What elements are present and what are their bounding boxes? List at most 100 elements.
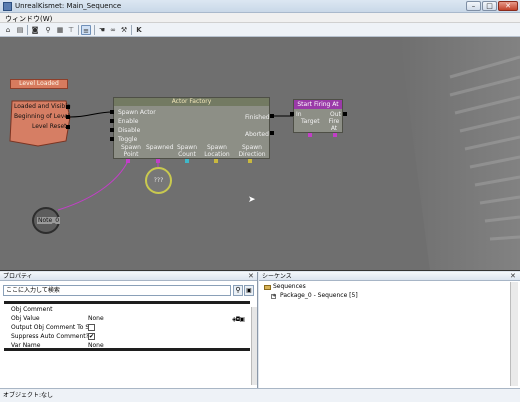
k-icon[interactable]: K xyxy=(134,25,144,35)
sequences-close-icon[interactable]: ✕ xyxy=(510,272,516,281)
mouse-cursor-icon: ➤ xyxy=(248,195,256,205)
kismet-canvas[interactable]: Level Loaded Loaded and Visible Beginnin… xyxy=(0,37,520,271)
title-bar: UnrealKismet: Main_Sequence – □ ✕ xyxy=(0,0,520,13)
object-wire xyxy=(57,160,129,211)
actor-factory-node[interactable]: Actor Factory Spawn Actor Enable Disable… xyxy=(113,97,270,159)
maximize-button[interactable]: □ xyxy=(482,1,497,11)
var-label-fire-at: Fire At xyxy=(328,118,340,132)
toolbar: ⌂ ▤ ◙ ⚲ ▦ ⊤ ≡ ☚ ∞ ⚒ K xyxy=(0,23,520,37)
output-label-aborted: Aborted xyxy=(245,131,269,138)
folder-icon xyxy=(264,285,271,290)
property-row[interactable]: Obj Comment xyxy=(4,305,250,314)
clear-search-icon[interactable]: ▣ xyxy=(244,285,254,296)
port-label-reset: Level Reset xyxy=(32,123,67,130)
suppress-comment-checkbox[interactable]: ✔ xyxy=(88,333,95,340)
parent-sequence-icon[interactable]: ▤ xyxy=(15,25,25,35)
minimize-button[interactable]: – xyxy=(466,1,481,11)
property-name: Var Name xyxy=(11,342,41,349)
open-icon[interactable]: ⌂ xyxy=(3,25,13,35)
output-label-finished: Finished xyxy=(245,114,270,121)
property-row[interactable]: Output Obj Comment To S xyxy=(4,323,250,332)
property-value[interactable]: None xyxy=(88,341,104,350)
properties-scrollbar[interactable] xyxy=(251,307,257,385)
input-label-toggle: Toggle xyxy=(118,136,138,143)
properties-title: プロパティ xyxy=(3,273,33,280)
link-icon[interactable]: ∞ xyxy=(108,25,118,35)
property-name: Obj Value xyxy=(11,315,40,322)
property-search-input[interactable]: ここに入力して検索 xyxy=(3,285,231,296)
input-label-in: In xyxy=(296,111,302,118)
property-row[interactable]: Var Name None xyxy=(4,341,250,350)
port-in[interactable] xyxy=(290,112,294,116)
exec-wire xyxy=(69,111,114,118)
property-name: Suppress Auto Comment? xyxy=(11,333,89,340)
properties-panel: プロパティ ✕ ここに入力して検索 ⚲ ▣ Obj Comment Obj Va… xyxy=(0,272,258,388)
port-label-loaded: Loaded and Visible xyxy=(14,103,71,110)
var-label-spawn-direction: Spawn Direction xyxy=(238,144,266,158)
port-toggle[interactable] xyxy=(110,137,114,141)
port-label-beginning: Beginning of Level xyxy=(14,113,70,120)
note-node-label: Note_0 xyxy=(37,217,61,224)
actor-factory-title: Actor Factory xyxy=(114,98,269,106)
sequences-header: シーケンス ✕ xyxy=(259,272,520,281)
port-out[interactable] xyxy=(343,112,347,116)
toolbar-separator xyxy=(27,25,28,35)
hand-icon[interactable]: ☚ xyxy=(97,25,107,35)
properties-close-icon[interactable]: ✕ xyxy=(248,272,254,281)
note-node[interactable]: Note_0 xyxy=(32,207,61,234)
var-label-spawn-location: Spawn Location xyxy=(204,144,230,158)
status-text: オブジェクト:なし xyxy=(3,392,54,399)
sequences-title: シーケンス xyxy=(262,273,292,280)
port-target[interactable] xyxy=(308,133,312,137)
wrench-icon[interactable]: ⚒ xyxy=(119,25,129,35)
properties-header: プロパティ ✕ xyxy=(0,272,257,281)
output-label-out: Out xyxy=(330,111,341,118)
property-grid: Obj Comment Obj Value None ◈◘▣ Output Ob… xyxy=(4,301,250,351)
sequences-scrollbar[interactable] xyxy=(510,282,518,386)
output-comment-checkbox[interactable] xyxy=(88,324,95,331)
var-label-spawned: Spawned xyxy=(146,144,174,151)
toolbar-separator xyxy=(78,25,79,35)
port-spawned[interactable] xyxy=(156,159,160,163)
event-node-title[interactable]: Level Loaded xyxy=(10,79,68,89)
background-shade xyxy=(400,37,520,270)
port-beginning[interactable] xyxy=(66,115,70,119)
port-spawn-location[interactable] xyxy=(214,159,218,163)
tree-root-sequences[interactable]: Sequences xyxy=(273,283,306,290)
search-icon[interactable]: ⚲ xyxy=(233,285,243,296)
port-aborted[interactable] xyxy=(270,131,274,135)
app-icon xyxy=(3,2,12,11)
property-name: Obj Comment xyxy=(11,306,53,313)
port-enable[interactable] xyxy=(110,119,114,123)
object-variable-node[interactable]: ??? xyxy=(145,167,172,194)
port-spawn-point[interactable] xyxy=(126,159,130,163)
port-fire-at[interactable] xyxy=(333,133,337,137)
port-reset[interactable] xyxy=(66,125,70,129)
port-spawn-direction[interactable] xyxy=(248,159,252,163)
port-spawn-actor[interactable] xyxy=(110,110,114,114)
sequences-panel: シーケンス ✕ Sequences + Package_0 - Sequence… xyxy=(259,272,520,388)
port-loaded[interactable] xyxy=(66,105,70,109)
search-class-icon[interactable]: ▦ xyxy=(55,25,65,35)
start-firing-title: Start Firing At xyxy=(294,100,342,109)
tree-expand-icon[interactable]: + xyxy=(271,294,276,299)
close-button[interactable]: ✕ xyxy=(498,1,518,11)
property-row[interactable]: Suppress Auto Comment? ✔ xyxy=(4,332,250,341)
tree-icon[interactable]: ⊤ xyxy=(66,25,76,35)
input-label-spawn-actor: Spawn Actor xyxy=(118,109,156,116)
input-label-enable: Enable xyxy=(118,118,139,125)
status-bar: オブジェクト:なし xyxy=(0,388,520,402)
port-disable[interactable] xyxy=(110,128,114,132)
port-finished[interactable] xyxy=(270,114,274,118)
camera-icon[interactable]: ◙ xyxy=(30,25,40,35)
search-icon[interactable]: ⚲ xyxy=(43,25,53,35)
property-row[interactable]: Obj Value None ◈◘▣ xyxy=(4,314,250,323)
var-label-spawn-point: Spawn Point xyxy=(120,144,141,158)
port-spawn-count[interactable] xyxy=(185,159,189,163)
toolbar-separator xyxy=(94,25,95,35)
tree-item-package[interactable]: Package_0 - Sequence [5] xyxy=(280,292,358,299)
toolbar-separator xyxy=(131,25,132,35)
start-firing-node[interactable]: Start Firing At In Out Target Fire At xyxy=(293,99,343,133)
comment-icon[interactable]: ≡ xyxy=(81,25,91,35)
property-value[interactable]: None xyxy=(88,314,104,323)
